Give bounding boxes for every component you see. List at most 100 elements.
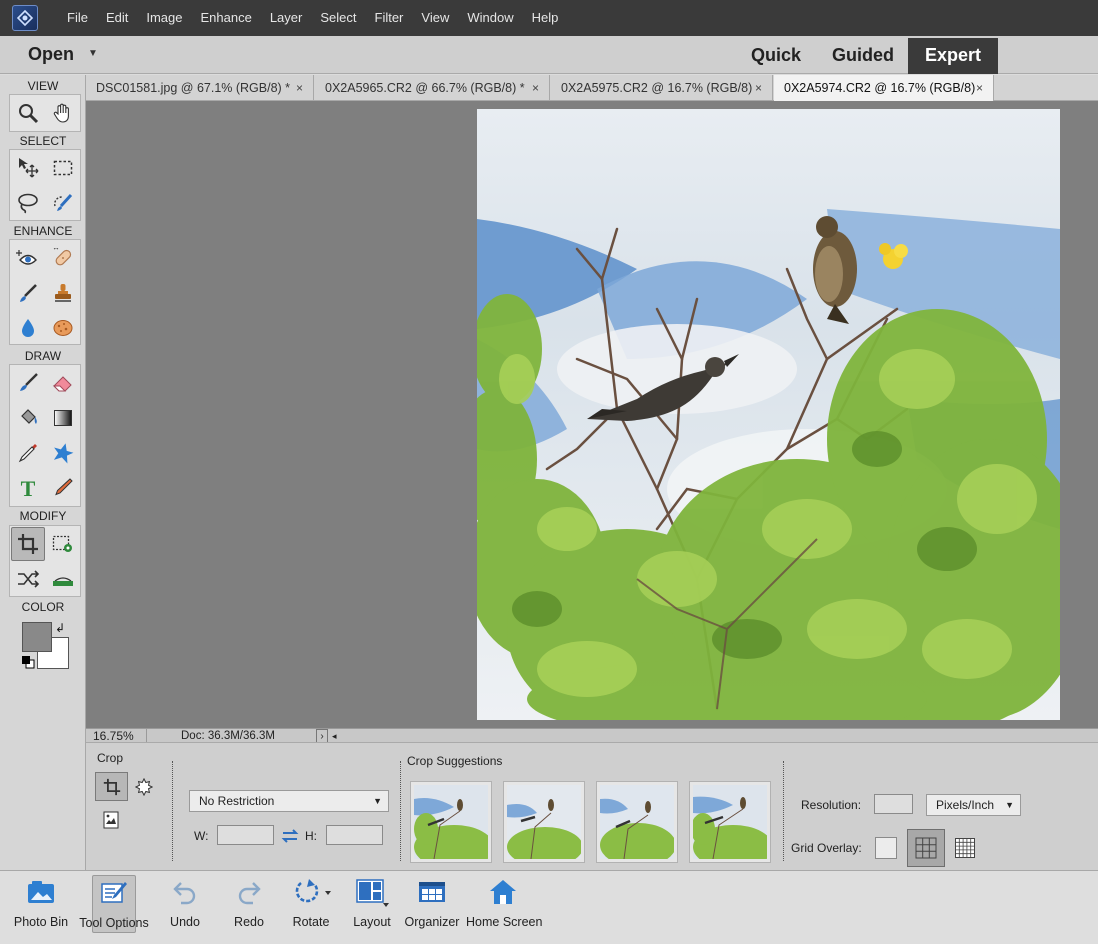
menu-image[interactable]: Image (137, 0, 191, 36)
document-photo[interactable] (477, 109, 1060, 720)
resolution-unit-dropdown[interactable]: Pixels/Inch ▼ (926, 794, 1021, 816)
resolution-field[interactable] (874, 794, 913, 814)
svg-text:T: T (21, 477, 36, 499)
open-button[interactable]: Open (28, 44, 74, 65)
foreground-color-swatch[interactable] (22, 622, 52, 652)
eraser-tool-icon[interactable] (46, 366, 80, 400)
close-tab-icon[interactable]: × (976, 75, 983, 101)
menu-enhance[interactable]: Enhance (192, 0, 261, 36)
crop-suggestion-4[interactable] (689, 781, 771, 863)
separator (400, 761, 401, 861)
section-modify-label: MODIFY (19, 509, 67, 523)
rotate-icon (288, 875, 334, 909)
grid-overlay-rule-of-thirds-button[interactable] (907, 829, 945, 867)
redo-button[interactable]: Redo (226, 875, 272, 933)
rotate-label: Rotate (292, 915, 330, 929)
menu-layer[interactable]: Layer (261, 0, 312, 36)
tool-options-button[interactable]: Tool Options (79, 875, 149, 933)
crop-suggestion-1[interactable] (410, 781, 492, 863)
crop-suggestion-2[interactable] (503, 781, 585, 863)
document-tab[interactable]: 0X2A5975.CR2 @ 16.7% (RGB/8) × (551, 75, 773, 101)
modify-tools (9, 525, 81, 597)
photo-bin-button[interactable]: Photo Bin (8, 875, 74, 933)
clone-stamp-tool-icon[interactable] (46, 276, 80, 310)
grid-overlay-grid-button[interactable] (954, 837, 976, 859)
custom-shape-tool-icon[interactable] (46, 436, 80, 470)
menu-filter[interactable]: Filter (366, 0, 413, 36)
menu-bar: File Edit Image Enhance Layer Select Fil… (0, 0, 1098, 36)
grid-overlay-none-button[interactable] (875, 837, 897, 859)
section-enhance-label: ENHANCE (13, 224, 73, 238)
document-tab[interactable]: DSC01581.jpg @ 67.1% (RGB/8) * × (86, 75, 314, 101)
undo-button[interactable]: Undo (162, 875, 208, 933)
document-tab[interactable]: 0X2A5965.CR2 @ 66.7% (RGB/8) * × (315, 75, 550, 101)
tool-options-panel: Crop No Restriction ▼ W: H: Crop Suggest… (86, 742, 1098, 870)
resolution-label: Resolution: (801, 798, 862, 812)
crop-icon (103, 778, 120, 795)
document-tab-active[interactable]: 0X2A5974.CR2 @ 16.7% (RGB/8) × (774, 75, 994, 101)
canvas-area[interactable] (86, 101, 1098, 728)
eyedropper-tool-icon[interactable] (11, 436, 45, 470)
menu-file[interactable]: File (58, 0, 97, 36)
section-color-label: COLOR (21, 600, 65, 614)
brush-tool-icon[interactable] (11, 366, 45, 400)
status-menu-arrow-icon[interactable]: › (316, 729, 328, 743)
move-tool-icon[interactable] (11, 151, 45, 185)
grid-overlay-label: Grid Overlay: (791, 841, 862, 855)
crop-suggestion-3[interactable] (596, 781, 678, 863)
layout-label: Layout (353, 915, 391, 929)
height-field[interactable] (326, 825, 383, 845)
perspective-crop-icon[interactable] (101, 810, 121, 830)
blur-tool-icon[interactable] (11, 311, 45, 345)
red-eye-tool-icon[interactable] (11, 241, 45, 275)
zoom-value[interactable]: 16.75% (93, 729, 134, 743)
menu-help[interactable]: Help (523, 0, 568, 36)
close-tab-icon[interactable]: × (755, 75, 762, 101)
menu-view[interactable]: View (412, 0, 458, 36)
recompose-tool-icon[interactable] (46, 527, 80, 561)
document-tabs: DSC01581.jpg @ 67.1% (RGB/8) * × 0X2A596… (86, 75, 1098, 101)
marquee-tool-icon[interactable] (46, 151, 80, 185)
hand-tool-icon[interactable] (46, 96, 80, 130)
straighten-tool-icon[interactable] (46, 562, 80, 596)
toolbox: VIEW SELECT ENHANCE DRAW T MODIFY COLOR … (0, 75, 86, 870)
swap-width-height-icon[interactable] (280, 827, 300, 845)
spot-healing-brush-icon[interactable] (46, 241, 80, 275)
organizer-button[interactable]: Organizer (404, 875, 460, 933)
mode-tab-quick[interactable]: Quick (738, 38, 814, 74)
menu-edit[interactable]: Edit (97, 0, 137, 36)
scroll-left-icon[interactable]: ◂ (332, 729, 337, 743)
bottom-taskbar: Photo Bin Tool Options Undo Redo Rotate … (0, 870, 1098, 944)
layout-button[interactable]: Layout (350, 875, 394, 933)
close-tab-icon[interactable]: × (532, 75, 539, 101)
aspect-ratio-dropdown[interactable]: No Restriction ▼ (189, 790, 389, 812)
lasso-tool-icon[interactable] (11, 186, 45, 220)
smart-brush-tool-icon[interactable] (11, 276, 45, 310)
type-tool-icon[interactable]: T (11, 471, 45, 505)
open-dropdown-caret-icon[interactable]: ▼ (88, 48, 98, 59)
menu-select[interactable]: Select (311, 0, 365, 36)
crop-mode-button[interactable] (95, 772, 128, 801)
app-logo-icon[interactable] (12, 5, 38, 31)
crop-tool-icon[interactable] (11, 527, 45, 561)
paint-bucket-tool-icon[interactable] (11, 401, 45, 435)
home-screen-button[interactable]: Home Screen (466, 875, 542, 933)
gradient-tool-icon[interactable] (46, 401, 80, 435)
width-field[interactable] (217, 825, 274, 845)
photo-bin-icon (8, 875, 74, 909)
default-colors-icon[interactable] (21, 655, 35, 669)
document-tab-title: 0X2A5974.CR2 @ 16.7% (RGB/8) (784, 81, 976, 95)
pencil-tool-icon[interactable] (46, 471, 80, 505)
swap-colors-icon[interactable]: ↲ (55, 621, 65, 635)
draw-tools: T (9, 364, 81, 507)
cookie-cutter-icon[interactable] (134, 777, 154, 797)
rotate-button[interactable]: Rotate (288, 875, 334, 933)
content-aware-move-tool-icon[interactable] (11, 562, 45, 596)
mode-tab-expert[interactable]: Expert (908, 38, 998, 74)
menu-window[interactable]: Window (458, 0, 522, 36)
zoom-tool-icon[interactable] (11, 96, 45, 130)
sponge-tool-icon[interactable] (46, 311, 80, 345)
quick-selection-tool-icon[interactable] (46, 186, 80, 220)
close-tab-icon[interactable]: × (296, 75, 303, 101)
mode-tab-guided[interactable]: Guided (820, 38, 906, 74)
